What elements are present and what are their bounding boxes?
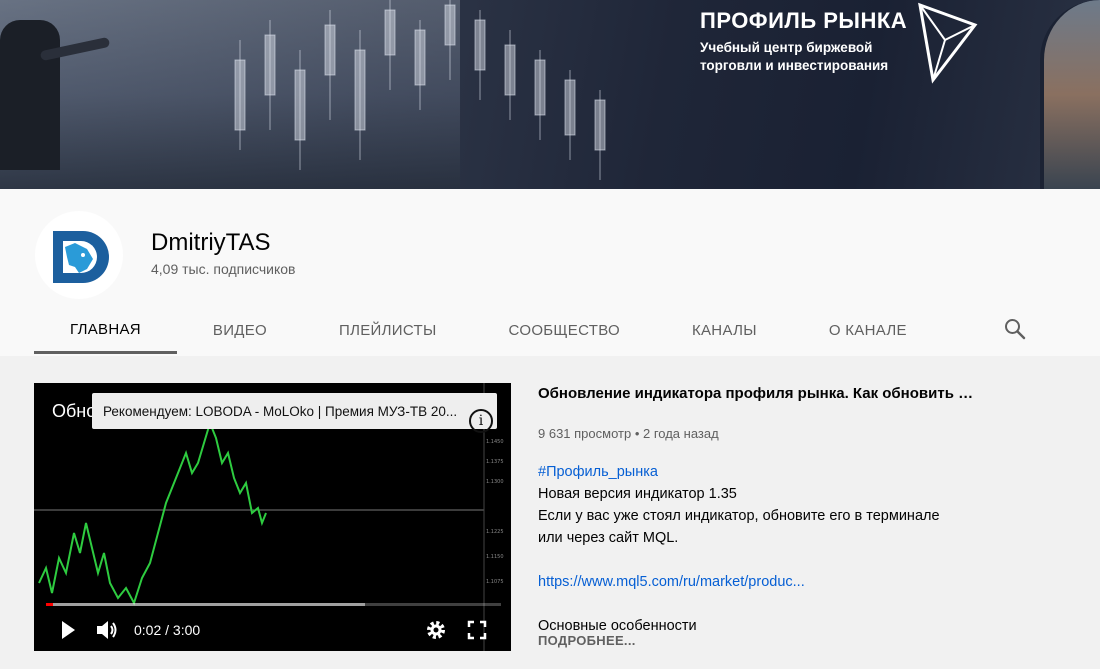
brand-triangle-logo xyxy=(918,2,978,84)
channel-tabs: ГЛАВНАЯ ВИДЕО ПЛЕЙЛИСТЫ СООБЩЕСТВО КАНАЛ… xyxy=(34,307,943,354)
video-meta: 9 631 просмотр • 2 года назад xyxy=(538,426,719,441)
tab-about[interactable]: О КАНАЛЕ xyxy=(793,307,943,354)
brand-subtitle-line2: торговли и инвестирования xyxy=(700,58,889,73)
svg-text:1.1150: 1.1150 xyxy=(486,554,504,560)
tab-channels[interactable]: КАНАЛЫ xyxy=(656,307,793,354)
banner-brand: ПРОФИЛЬ РЫНКА Учебный центр биржевой тор… xyxy=(700,8,907,75)
recommendation-text: Рекомендуем: LOBODA - MoLOko | Премия МУ… xyxy=(103,403,458,419)
video-overlay-title: Обно xyxy=(52,401,97,421)
featured-video-player[interactable]: 1.1450 1.1375 1.1300 1.1225 1.1150 1.1075 Об… xyxy=(34,383,511,651)
svg-text:1.1375: 1.1375 xyxy=(486,459,504,465)
svg-text:1.1075: 1.1075 xyxy=(486,579,504,585)
lion-logo-icon xyxy=(53,231,109,283)
brand-title: ПРОФИЛЬ РЫНКА xyxy=(700,8,908,33)
tab-home[interactable]: ГЛАВНАЯ xyxy=(34,307,177,354)
channel-avatar[interactable] xyxy=(35,211,123,299)
svg-text:1.1450: 1.1450 xyxy=(486,439,504,445)
banner-audience-photo xyxy=(1040,0,1100,189)
video-title[interactable]: Обновление индикатора профиля рынка. Как… xyxy=(538,385,988,402)
recommendation-card[interactable]: Рекомендуем: LOBODA - MoLOko | Премия МУ… xyxy=(92,393,497,433)
banner-candlestick-graphic xyxy=(234,0,606,180)
tab-playlists[interactable]: ПЛЕЙЛИСТЫ xyxy=(303,307,473,354)
banner-presenter xyxy=(0,20,60,170)
search-icon[interactable] xyxy=(1003,317,1027,341)
progress-bar[interactable] xyxy=(46,603,501,606)
info-icon[interactable]: i xyxy=(469,409,493,433)
description-line: Основные особенности xyxy=(538,618,697,632)
channel-header: DmitriyTAS 4,09 тыс. подписчиков ГЛАВНАЯ… xyxy=(0,189,1100,356)
fullscreen-icon[interactable] xyxy=(467,619,487,641)
description-line: Если у вас уже стоял индикатор, обновите… xyxy=(538,508,940,524)
tab-community[interactable]: СООБЩЕСТВО xyxy=(473,307,656,354)
brand-subtitle-line1: Учебный центр биржевой xyxy=(700,40,873,55)
play-icon[interactable] xyxy=(60,619,76,641)
progress-loaded xyxy=(46,603,365,606)
description-line: Новая версия индикатор 1.35 xyxy=(538,486,737,502)
channel-banner: ПРОФИЛЬ РЫНКА Учебный центр биржевой тор… xyxy=(0,0,1100,189)
video-description: #Профиль_рынка Новая версия индикатор 1.… xyxy=(538,461,1008,632)
volume-icon[interactable] xyxy=(95,619,119,641)
description-line: или через сайт MQL. xyxy=(538,530,679,546)
channel-name: DmitriyTAS xyxy=(151,229,271,256)
show-more-button[interactable]: ПОДРОБНЕЕ... xyxy=(538,633,636,648)
svg-text:1.1225: 1.1225 xyxy=(486,529,504,535)
subscriber-count: 4,09 тыс. подписчиков xyxy=(151,261,296,277)
settings-gear-icon[interactable] xyxy=(425,619,447,641)
svg-text:1.1300: 1.1300 xyxy=(486,479,504,485)
hashtag-link[interactable]: #Профиль_рынка xyxy=(538,464,658,480)
progress-played xyxy=(46,603,53,606)
video-time: 0:02 / 3:00 xyxy=(134,622,201,638)
tab-videos[interactable]: ВИДЕО xyxy=(177,307,303,354)
mql5-link[interactable]: https://www.mql5.com/ru/market/produc... xyxy=(538,574,805,590)
